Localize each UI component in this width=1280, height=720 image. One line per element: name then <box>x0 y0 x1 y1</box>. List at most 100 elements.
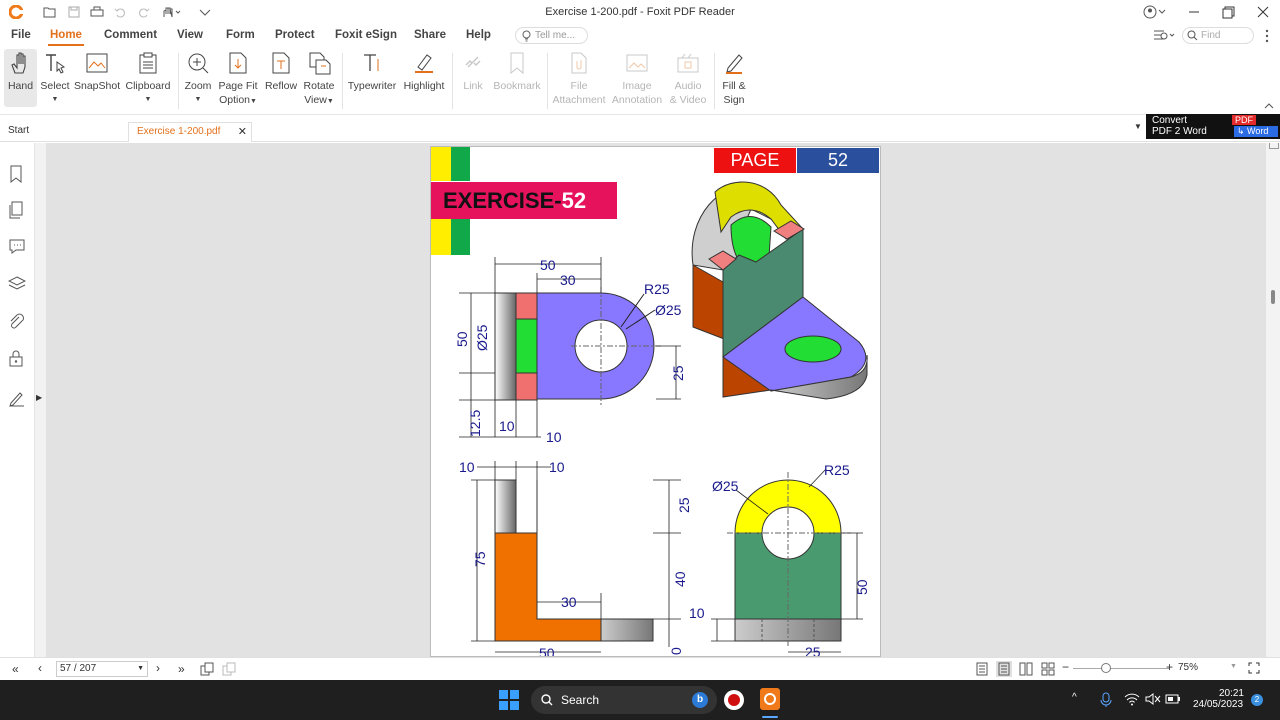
typewriter-button[interactable]: Typewriter <box>346 49 398 93</box>
ribbon-separator <box>452 53 453 109</box>
more-options-icon[interactable] <box>1264 28 1272 44</box>
menu-protect[interactable]: Protect <box>275 29 315 41</box>
file-attachment-button[interactable]: File Attachment <box>552 49 606 107</box>
single-page-view-icon[interactable] <box>975 662 989 676</box>
menu-help[interactable]: Help <box>466 29 491 41</box>
zoom-slider-track[interactable] <box>1073 668 1169 669</box>
copy-page-disabled-icon[interactable] <box>222 662 236 676</box>
vertical-scrollbar[interactable] <box>1266 143 1280 657</box>
tab-start-label: Start <box>8 125 30 136</box>
audio-video-icon <box>675 49 701 77</box>
tab-list-chevron-icon[interactable]: ▼ <box>1134 122 1144 134</box>
notification-badge[interactable]: 2 <box>1251 694 1263 706</box>
facing-view-icon[interactable] <box>1019 662 1033 676</box>
menu-form[interactable]: Form <box>226 29 255 41</box>
zoom-out-icon[interactable]: − <box>1062 660 1069 674</box>
dim-25-bottom: 25 <box>805 644 821 657</box>
image-label-1: Image <box>622 80 652 92</box>
select-button[interactable]: Select ▼ <box>40 49 70 107</box>
menu-foxit-esign[interactable]: Foxit eSign <box>335 29 397 41</box>
attachments-panel-icon[interactable] <box>8 313 26 331</box>
menu-file[interactable]: File <box>11 29 31 41</box>
clock[interactable]: 20:21 24/05/2023 <box>1190 688 1246 710</box>
page-fit-option-button[interactable]: Page Fit Option▼ <box>218 49 258 109</box>
tab-document-label: Exercise 1-200.pdf <box>137 126 221 137</box>
image-annotation-button[interactable]: Image Annotation <box>610 49 664 107</box>
zoom-slider-thumb[interactable] <box>1101 663 1111 673</box>
pdf-page: EXERCISE-52 PAGE 52 50 30 R25 Ø25 50 Ø25… <box>430 146 881 657</box>
collapse-ribbon-icon[interactable] <box>1264 99 1274 109</box>
tab-start[interactable]: Start <box>0 122 128 142</box>
microphone-icon[interactable] <box>1100 692 1112 708</box>
copy-page-icon[interactable] <box>200 662 214 676</box>
fill-label-1: Fill & <box>722 80 746 92</box>
full-screen-icon[interactable] <box>1248 662 1262 676</box>
close-tab-icon[interactable]: ✕ <box>238 123 247 141</box>
rotate-view-button[interactable]: Rotate View▼ <box>300 49 338 109</box>
comments-panel-icon[interactable] <box>8 237 26 255</box>
next-page-icon[interactable]: › <box>156 661 160 675</box>
show-hidden-icons-icon[interactable]: ^ <box>1072 692 1077 703</box>
tell-me-search[interactable]: Tell me... <box>515 27 588 44</box>
windows-start-icon[interactable] <box>499 690 519 710</box>
reflow-button[interactable]: Reflow <box>262 49 300 93</box>
highlight-button[interactable]: Highlight <box>400 49 448 93</box>
taskbar-search[interactable]: Search b <box>531 686 717 714</box>
page-number-input[interactable]: 57 / 207 ▼ <box>56 661 148 677</box>
menu-share[interactable]: Share <box>414 29 446 41</box>
fill-sign-button[interactable]: Fill & Sign <box>718 49 750 107</box>
ribbon-separator <box>714 53 715 109</box>
page-fit-label-1: Page Fit <box>218 80 258 92</box>
zoom-dropdown-icon[interactable]: ▼ <box>1230 663 1237 670</box>
dim-25-side: 25 <box>676 497 692 513</box>
scroll-up-button[interactable] <box>1269 143 1279 149</box>
hand-tool-button[interactable]: Hand <box>4 49 37 107</box>
expand-pane-arrow-icon[interactable]: ▶ <box>36 393 42 402</box>
tab-document[interactable]: Exercise 1-200.pdf ✕ <box>128 122 252 142</box>
clipboard-button[interactable]: Clipboard ▼ <box>124 49 172 107</box>
select-label: Select <box>40 80 70 92</box>
find-input[interactable]: Find <box>1182 27 1254 44</box>
zoom-level-select[interactable]: 75% ▼ <box>1178 662 1240 673</box>
audio-video-button[interactable]: Audio & Video <box>665 49 711 107</box>
zoom-in-icon[interactable]: + <box>1166 660 1173 674</box>
battery-icon[interactable] <box>1165 693 1181 705</box>
page-dropdown-icon[interactable]: ▼ <box>137 662 144 676</box>
minimize-icon[interactable] <box>1186 4 1202 20</box>
document-tab-bar: Start Exercise 1-200.pdf ✕ ▼ <box>0 118 1280 142</box>
continuous-facing-view-icon[interactable] <box>1041 662 1055 676</box>
volume-muted-icon[interactable] <box>1145 692 1161 706</box>
signature-panel-icon[interactable] <box>8 389 26 407</box>
last-page-icon[interactable]: » <box>178 662 185 676</box>
view-options-icon[interactable] <box>1152 28 1176 44</box>
zoom-button[interactable]: Zoom ▼ <box>183 49 213 107</box>
menu-view[interactable]: View <box>177 29 203 41</box>
convert-pdf-to-word-ad[interactable]: Convert PDF 2 Word PDF ↳ Word <box>1146 114 1280 139</box>
scrollbar-thumb[interactable] <box>1271 290 1275 304</box>
pages-panel-icon[interactable] <box>8 201 26 219</box>
restore-icon[interactable] <box>1220 4 1236 20</box>
security-panel-icon[interactable] <box>8 349 26 367</box>
bookmarks-panel-icon[interactable] <box>8 165 26 184</box>
wifi-icon[interactable] <box>1124 692 1140 706</box>
image-label-2: Annotation <box>611 94 663 106</box>
record-app-icon[interactable] <box>724 690 744 710</box>
menu-comment[interactable]: Comment <box>104 29 157 41</box>
snapshot-button[interactable]: SnapShot <box>74 49 120 93</box>
previous-page-icon[interactable]: ‹ <box>38 661 42 675</box>
menu-home[interactable]: Home <box>48 29 84 46</box>
ad-pdf-badge: PDF <box>1232 115 1256 125</box>
navigation-pane-splitter[interactable]: ▶ <box>34 143 46 657</box>
navigation-pane <box>0 143 34 657</box>
bookmark-button[interactable]: Bookmark <box>492 49 542 93</box>
link-button[interactable]: Link <box>458 49 488 93</box>
audio-label-2: & Video <box>669 94 707 106</box>
close-window-icon[interactable] <box>1255 4 1271 20</box>
account-icon[interactable] <box>1142 4 1168 20</box>
layers-panel-icon[interactable] <box>7 275 27 293</box>
continuous-view-icon[interactable] <box>996 661 1012 677</box>
first-page-icon[interactable]: « <box>12 662 19 676</box>
page-fit-icon <box>225 49 251 77</box>
file-label-1: File <box>570 80 588 92</box>
foxit-taskbar-icon[interactable] <box>760 688 780 710</box>
